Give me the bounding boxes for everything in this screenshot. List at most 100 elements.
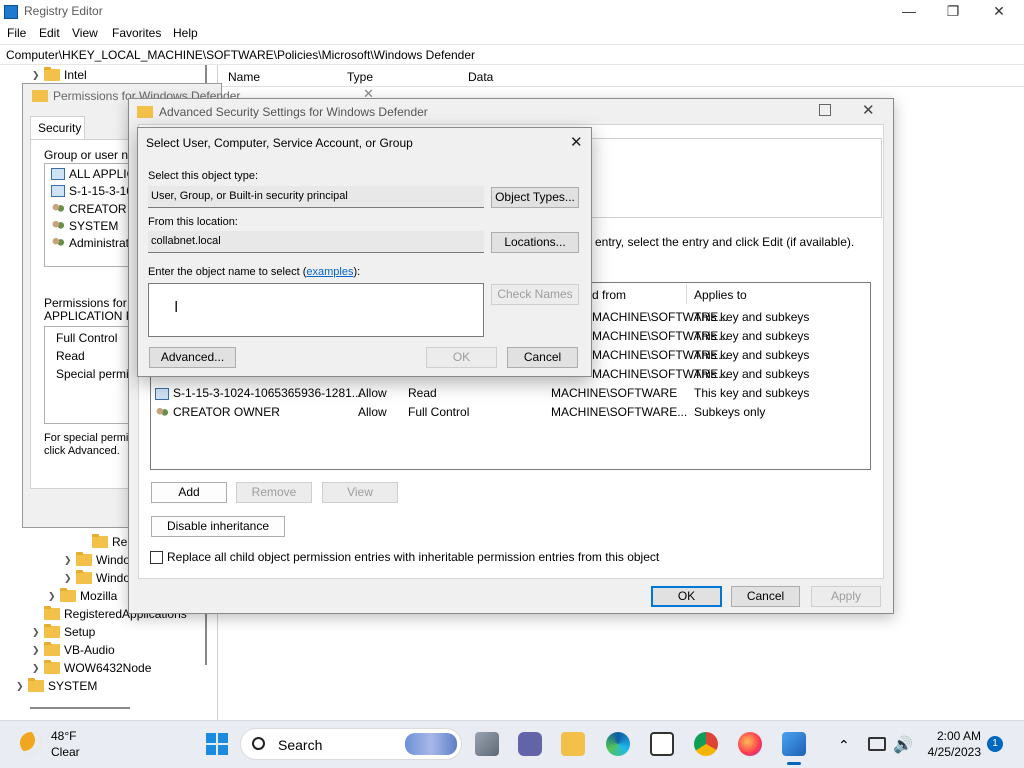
menu-help[interactable]: Help xyxy=(173,26,198,40)
add-button[interactable]: Add xyxy=(151,482,227,503)
select-dialog-close[interactable]: ✕ xyxy=(570,133,583,151)
list-item[interactable]: SYSTEM xyxy=(51,219,118,233)
tree-item-label: Mozilla xyxy=(80,589,118,603)
menu-file[interactable]: File xyxy=(7,26,26,40)
users-icon xyxy=(51,237,65,249)
tree-item-label: SYSTEM xyxy=(48,679,98,693)
chevron-right-icon[interactable]: ❯ xyxy=(64,555,76,566)
tree-item-label: VB-Audio xyxy=(64,643,115,657)
folder-icon xyxy=(32,90,48,102)
weather-moon-icon xyxy=(20,732,42,754)
tree-item-vbaudio[interactable]: ❯ VB-Audio xyxy=(32,641,115,659)
object-types-button[interactable]: Object Types... xyxy=(491,187,579,208)
firefox-browser-icon[interactable] xyxy=(738,732,762,756)
advanced-maximize-button[interactable] xyxy=(819,104,831,116)
clock-time[interactable]: 2:00 AM xyxy=(935,729,981,743)
search-icon xyxy=(252,737,265,750)
windows-start-icon[interactable] xyxy=(206,733,228,755)
tree-item-label: WOW6432Node xyxy=(64,661,152,675)
maximize-button[interactable]: ❐ xyxy=(930,0,976,24)
tree-scrollbar-horizontal[interactable] xyxy=(30,707,130,709)
replace-child-checkbox[interactable] xyxy=(150,551,163,564)
folder-icon xyxy=(76,552,92,566)
examples-link[interactable]: examples xyxy=(306,266,353,278)
list-item[interactable]: S-1-15-3-1024 xyxy=(51,184,133,198)
chevron-right-icon[interactable]: ❯ xyxy=(48,591,60,602)
registry-editor-taskbar-icon[interactable] xyxy=(782,732,806,756)
tree-item[interactable]: Re xyxy=(80,533,127,551)
locations-button[interactable]: Locations... xyxy=(491,232,579,253)
tree-item-system[interactable]: ❯ SYSTEM xyxy=(16,677,97,695)
menu-view[interactable]: View xyxy=(72,26,98,40)
tree-item-label: Windo xyxy=(96,571,131,585)
select-advanced-button[interactable]: Advanced... xyxy=(149,347,236,368)
tree-item-setup[interactable]: ❯ Setup xyxy=(32,623,95,641)
microsoft-store-icon[interactable] xyxy=(650,732,674,756)
menu-favorites[interactable]: Favorites xyxy=(112,26,161,40)
chevron-up-icon[interactable]: ⌃ xyxy=(838,737,850,754)
weather-condition[interactable]: Clear xyxy=(51,745,80,759)
remove-button[interactable]: Remove xyxy=(236,482,312,503)
column-data[interactable]: Data xyxy=(468,70,493,84)
advanced-ok-button[interactable]: OK xyxy=(651,586,722,607)
chevron-right-icon[interactable]: ❯ xyxy=(64,573,76,584)
volume-icon[interactable]: 🔊 xyxy=(893,735,913,755)
object-name-input[interactable] xyxy=(148,283,484,337)
clock-date[interactable]: 4/25/2023 xyxy=(925,745,981,759)
chevron-right-icon[interactable]: ❯ xyxy=(32,663,44,674)
edge-browser-icon[interactable] xyxy=(606,732,630,756)
column-applies-to[interactable]: Applies to xyxy=(694,288,747,302)
column-inherited-from[interactable]: d from xyxy=(592,288,626,302)
object-type-label: Select this object type: xyxy=(148,170,259,182)
tree-item[interactable]: ❯ Windo xyxy=(64,569,130,587)
advanced-cancel-button[interactable]: Cancel xyxy=(731,586,800,607)
teams-chat-icon[interactable] xyxy=(518,732,542,756)
permissions-for-label-2: APPLICATION PA xyxy=(44,309,141,323)
app-package-icon xyxy=(155,388,169,400)
table-row[interactable]: CREATOR OWNER Allow Full Control MACHINE… xyxy=(151,403,871,422)
tree-item[interactable]: ❯ Windo xyxy=(64,551,130,569)
select-cancel-button[interactable]: Cancel xyxy=(507,347,578,368)
weather-temperature[interactable]: 48°F xyxy=(51,729,76,743)
location-label: From this location: xyxy=(148,216,238,228)
users-icon xyxy=(155,407,169,419)
app-package-icon xyxy=(51,168,65,180)
task-view-icon[interactable] xyxy=(475,732,499,756)
list-item[interactable]: CREATOR O xyxy=(51,202,133,216)
file-explorer-icon[interactable] xyxy=(561,732,585,756)
tree-item-label: Re xyxy=(112,535,128,549)
group-users-list[interactable]: ALL APPLIC S-1-15-3-1024 CREATOR O SYSTE… xyxy=(44,163,134,267)
object-name-label: Enter the object name to select (example… xyxy=(148,266,361,278)
users-icon xyxy=(51,203,65,215)
close-button[interactable]: ✕ xyxy=(976,0,1022,24)
search-label: Search xyxy=(278,737,323,753)
address-bar[interactable]: Computer\HKEY_LOCAL_MACHINE\SOFTWARE\Pol… xyxy=(0,44,1024,65)
tree-item-mozilla[interactable]: ❯ Mozilla xyxy=(48,587,117,605)
menu-edit[interactable]: Edit xyxy=(39,26,60,40)
list-item[interactable]: ALL APPLIC xyxy=(51,167,133,181)
chevron-right-icon[interactable]: ❯ xyxy=(16,681,28,692)
column-type[interactable]: Type xyxy=(347,70,373,84)
tree-item-wow6432node[interactable]: ❯ WOW6432Node xyxy=(32,659,151,677)
view-button[interactable]: View xyxy=(322,482,398,503)
minimize-button[interactable]: — xyxy=(886,0,932,24)
advanced-close-button[interactable]: ✕ xyxy=(862,101,875,119)
select-ok-button[interactable]: OK xyxy=(426,347,497,368)
check-names-button[interactable]: Check Names xyxy=(491,284,579,305)
chevron-right-icon[interactable]: ❯ xyxy=(32,645,44,656)
column-divider xyxy=(686,284,687,304)
chevron-right-icon[interactable]: ❯ xyxy=(32,627,44,638)
registry-titlebar xyxy=(0,0,1024,24)
table-row[interactable]: S-1-15-3-1024-1065365936-1281... Allow R… xyxy=(151,384,871,403)
folder-icon xyxy=(44,67,60,81)
list-item[interactable]: Administrator xyxy=(51,236,133,250)
advanced-apply-button[interactable]: Apply xyxy=(811,586,881,607)
chevron-right-icon[interactable]: ❯ xyxy=(32,70,44,81)
folder-icon xyxy=(60,588,76,602)
column-name[interactable]: Name xyxy=(228,70,260,84)
notification-badge[interactable]: 1 xyxy=(987,736,1003,752)
network-icon[interactable] xyxy=(868,737,886,751)
chrome-browser-icon[interactable] xyxy=(694,732,718,756)
disable-inheritance-button[interactable]: Disable inheritance xyxy=(151,516,285,537)
tree-item-intel[interactable]: ❯ Intel xyxy=(32,66,87,84)
